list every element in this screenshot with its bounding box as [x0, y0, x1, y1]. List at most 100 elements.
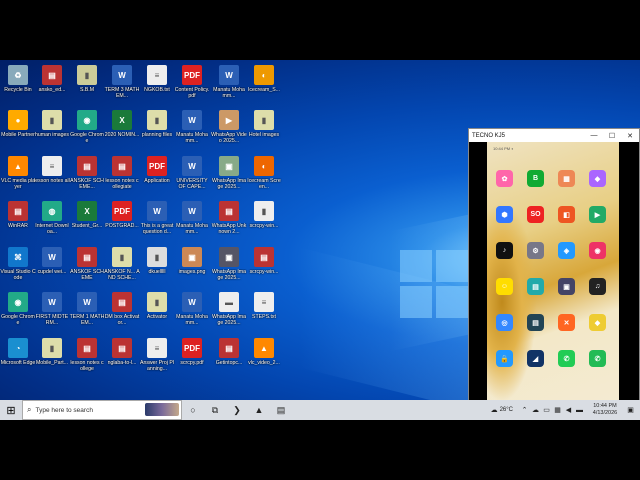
- phone-app-wallpaper[interactable]: ◢: [527, 350, 544, 367]
- desktop-icon[interactable]: ◉ Google Chrome: [69, 110, 105, 144]
- desktop-icon[interactable]: ▮ human images: [34, 110, 70, 144]
- phone-home-screen[interactable]: 10:44 PM ◐ ✿B▦◆⬢SO◧▶♪⚙◈◉☺▤▣♫◎▤✕◆🔒◢✆✆ ✆✉◉…: [487, 142, 619, 420]
- desktop-icon[interactable]: ▮ S.B.M: [69, 65, 105, 99]
- desktop-icon[interactable]: ≡ NGKOB.txt: [139, 65, 175, 99]
- phone-app-xender[interactable]: ✕: [558, 314, 575, 331]
- phone-app-meet[interactable]: ▶: [589, 206, 606, 223]
- desktop-icon[interactable]: ▮ Activator: [139, 292, 175, 326]
- phone-app-tools[interactable]: ◆: [589, 314, 606, 331]
- close-button[interactable]: ✕: [621, 132, 639, 140]
- desktop-icon[interactable]: ▤ WinRAR: [0, 201, 36, 235]
- minimize-button[interactable]: —: [585, 132, 603, 139]
- desktop-icon[interactable]: ▤ ANSKOF SCHEME...: [69, 156, 105, 190]
- desktop-icon[interactable]: ▤ DM box Activator...: [104, 292, 140, 326]
- language-icon[interactable]: ▬: [574, 407, 585, 414]
- desktop-icon[interactable]: ▤ WhatsApp Unknown 2...: [211, 201, 247, 235]
- desktop-icon[interactable]: ▮ dkuelllll: [139, 247, 175, 281]
- desktop-icon[interactable]: ▮ scrcpy-win...: [246, 201, 282, 235]
- desktop-icon[interactable]: ▤ ANSKOF SCHEME: [69, 247, 105, 281]
- phone-app-photos[interactable]: ✿: [496, 170, 513, 187]
- phone-app-game[interactable]: ◉: [589, 242, 606, 259]
- desktop-icon[interactable]: ▮ planning files: [139, 110, 175, 144]
- maximize-button[interactable]: ☐: [603, 132, 621, 140]
- taskbar-clock[interactable]: 10:44 PM 4/13/2026: [585, 403, 625, 417]
- desktop-icon[interactable]: ≡ STEPS.txt: [246, 292, 282, 326]
- desktop-icon[interactable]: ▮ ANSKOF N... AND SCHE...: [104, 247, 140, 281]
- desktop-icon[interactable]: ◐ Icecream Screen...: [246, 156, 282, 190]
- phone-app-files[interactable]: ▣: [558, 278, 575, 295]
- desktop-icon[interactable]: ▲ VLC media player: [0, 156, 36, 190]
- desktop-icon[interactable]: W Manatu Mohamm...: [211, 65, 247, 99]
- desktop-icon[interactable]: W Manatu Mohamm...: [174, 201, 210, 235]
- chevron-up-icon[interactable]: ⌃: [519, 406, 530, 414]
- desktop-icon[interactable]: ▤ Getintopc...: [211, 338, 247, 372]
- desktop-icon[interactable]: ▲ vlc_video_2...: [246, 338, 282, 372]
- task-view-icon[interactable]: ⧉: [204, 400, 226, 420]
- desktop-icon[interactable]: ◍ Internet Downloa...: [34, 201, 70, 235]
- desktop-icon[interactable]: ≡ lesson notes all: [34, 156, 70, 190]
- desktop-icon[interactable]: W UNIVERSITY OF CAPE...: [174, 156, 210, 190]
- phone-app-boomplay[interactable]: B: [527, 170, 544, 187]
- weather-icon[interactable]: ☁: [489, 406, 500, 414]
- weather-temp[interactable]: 26°C: [500, 407, 513, 413]
- desktop-icon[interactable]: PDF scrcpy.pdf: [174, 338, 210, 372]
- phone-app-notes[interactable]: ▤: [527, 278, 544, 295]
- desktop-icon[interactable]: ▤ ansko_ed...: [34, 65, 70, 99]
- desktop-icon[interactable]: W TERM 3 MATHEM...: [104, 65, 140, 99]
- phone-app-security[interactable]: 🔒: [496, 350, 513, 367]
- phone-app-apps[interactable]: ▦: [558, 170, 575, 187]
- phone-app-ai-gallery[interactable]: ◆: [589, 170, 606, 187]
- phone-app-office[interactable]: ◧: [558, 206, 575, 223]
- desktop-icon[interactable]: PDF Content Policy.pdf: [174, 65, 210, 99]
- desktop-icon[interactable]: ≡ Answer Proj Planning...: [139, 338, 175, 372]
- desktop-icon[interactable]: ◐ Icecream_S...: [246, 65, 282, 99]
- phone-app-music[interactable]: ♫: [589, 278, 606, 295]
- window-titlebar[interactable]: TECNO KJ5 — ☐ ✕: [469, 129, 639, 142]
- volume-icon[interactable]: ◀: [563, 406, 574, 414]
- phone-app-scanner[interactable]: ◎: [496, 314, 513, 331]
- phone-app-so[interactable]: SO: [527, 206, 544, 223]
- powershell-icon[interactable]: ❯: [226, 400, 248, 420]
- phone-app-cloud[interactable]: ⬢: [496, 206, 513, 223]
- phone-app-snapchat[interactable]: ☺: [496, 278, 513, 295]
- desktop-icon[interactable]: W TERM 1 MATHEM...: [69, 292, 105, 326]
- desktop-icon[interactable]: PDF Application: [139, 156, 175, 190]
- desktop-icon[interactable]: ▣ images.png: [174, 247, 210, 281]
- desktop-icon[interactable]: ▤ lesson notes collegiate: [104, 156, 140, 190]
- desktop-icon[interactable]: ◉ Google Chrome: [0, 292, 36, 326]
- cortana-icon[interactable]: ○: [182, 400, 204, 420]
- desktop-icon[interactable]: X Student_Gr...: [69, 201, 105, 235]
- desktop-icon[interactable]: ▬ WhatsApp Image 2025...: [211, 292, 247, 326]
- desktop-icon[interactable]: W This is a great question d...: [139, 201, 175, 235]
- notepad-icon[interactable]: ▤: [270, 400, 292, 420]
- phone-app-carlcare[interactable]: ▤: [527, 314, 544, 331]
- desktop-icon[interactable]: ▤ scrcpy-win...: [246, 247, 282, 281]
- scrcpy-phone-window[interactable]: TECNO KJ5 — ☐ ✕ 10:44 PM ◐ ✿ B ▦ ◆ ⬢ SO ◧ ▶ ♪ ⚙ ◈ ◉…: [468, 128, 640, 420]
- desktop-icon[interactable]: ▮ Mobile_Part...: [34, 338, 70, 372]
- desktop-icon[interactable]: W Manatu Mohamm...: [174, 110, 210, 144]
- desktop-icon[interactable]: X 2020 NOMIN...: [104, 110, 140, 144]
- network-icon[interactable]: ▦: [552, 406, 563, 414]
- desktop-icon[interactable]: W Manatu Mohamm...: [174, 292, 210, 326]
- desktop-icon[interactable]: ▶ WhatsApp Video 2025...: [211, 110, 247, 144]
- phone-app-shield[interactable]: ◈: [558, 242, 575, 259]
- desktop-icon[interactable]: ▣ WhatsApp Image 2025...: [211, 247, 247, 281]
- phone-app-whatsapp[interactable]: ✆: [558, 350, 575, 367]
- phone-app-wa-business[interactable]: ✆: [589, 350, 606, 367]
- phone-mirror-area[interactable]: 10:44 PM ◐ ✿B▦◆⬢SO◧▶♪⚙◈◉☺▤▣♫◎▤✕◆🔒◢✆✆ ✆✉◉…: [469, 142, 639, 420]
- battery-icon[interactable]: ▭: [541, 406, 552, 414]
- scrcpy-icon[interactable]: ▲: [248, 400, 270, 420]
- notification-icon[interactable]: ▣: [625, 406, 636, 414]
- desktop-icon[interactable]: ▮ Hotel images: [246, 110, 282, 144]
- desktop-icon[interactable]: ● Mobile Partner: [0, 110, 36, 144]
- desktop-icon[interactable]: ▤ lesson notes college: [69, 338, 105, 372]
- desktop-icon[interactable]: ⌘ Visual Studio Code: [0, 247, 36, 281]
- start-button[interactable]: ⊞: [0, 400, 22, 420]
- desktop-icon[interactable]: Wcupdel wei...: [34, 247, 70, 281]
- onedrive-icon[interactable]: ☁: [530, 406, 541, 414]
- taskbar-search-box[interactable]: ⌕ Type here to search: [22, 400, 182, 420]
- phone-app-tiktok[interactable]: ♪: [496, 242, 513, 259]
- phone-app-settings[interactable]: ⚙: [527, 242, 544, 259]
- desktop-icon[interactable]: ▣ WhatsApp Image 2025...: [211, 156, 247, 190]
- desktop-icon[interactable]: ◔ Microsoft Edge: [0, 338, 36, 372]
